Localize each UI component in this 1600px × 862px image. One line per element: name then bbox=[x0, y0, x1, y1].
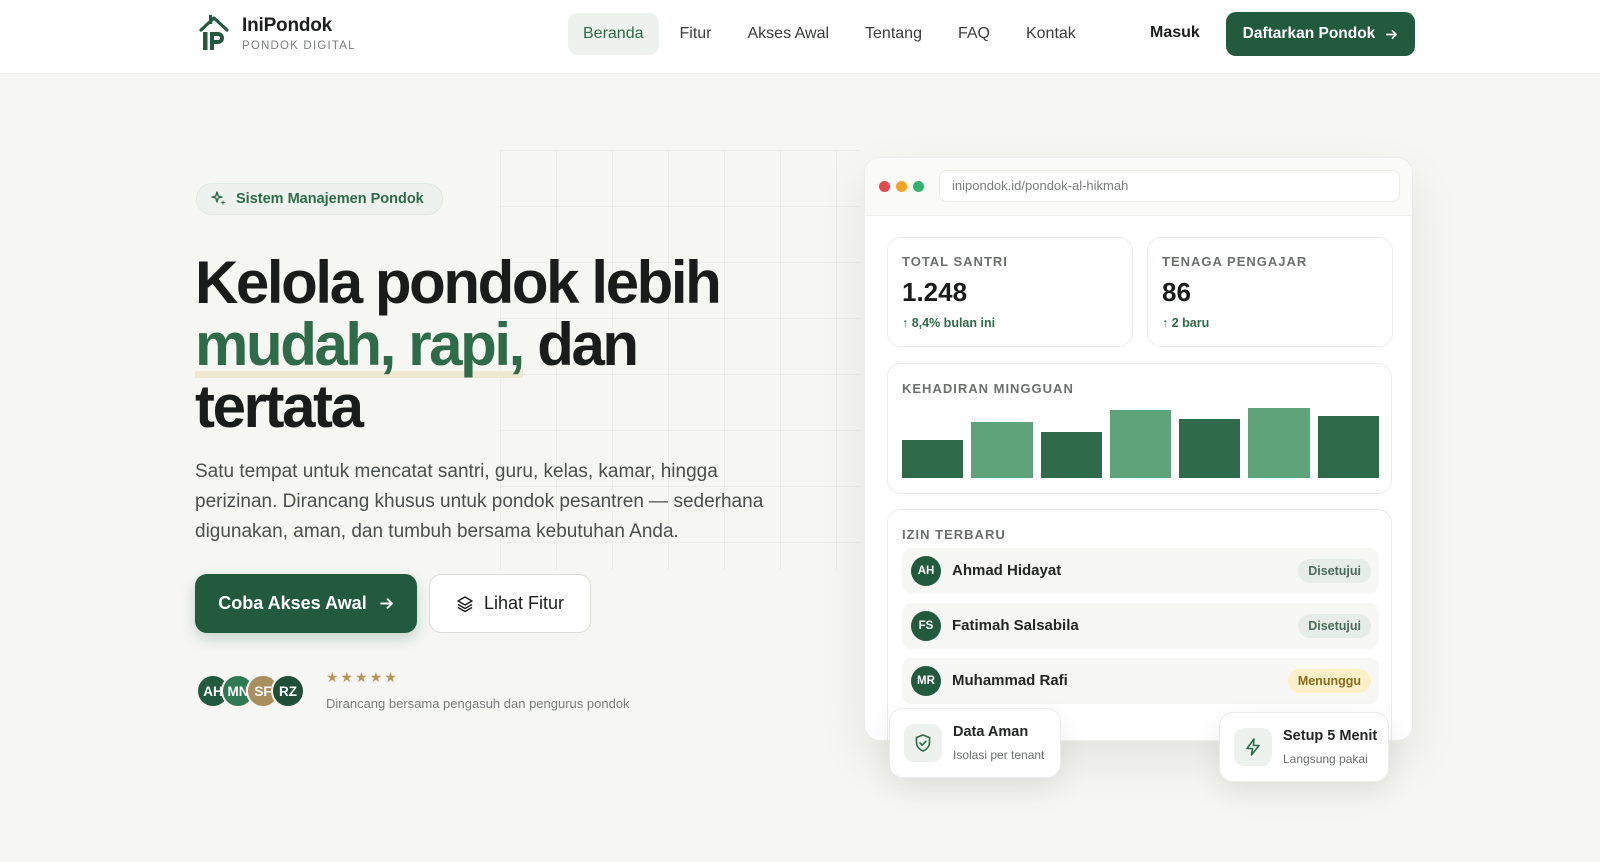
headline-line-3: tertata bbox=[195, 373, 364, 440]
attendance-bar bbox=[1040, 431, 1102, 478]
stat-delta: ↑ 8,4% bulan ini bbox=[902, 316, 996, 330]
url-bar: inipondok.id/pondok-al-hikmah bbox=[939, 170, 1400, 202]
attendance-bar bbox=[1109, 410, 1172, 478]
data-secure-card: Data Aman Isolasi per tenant bbox=[889, 708, 1061, 778]
headline-line-1: Kelola pondok lebih bbox=[195, 249, 722, 316]
nav-link-faq[interactable]: FAQ bbox=[943, 13, 1005, 55]
status-badge: Menunggu bbox=[1287, 669, 1371, 693]
recent-permits: IZIN TERBARU AH Ahmad Hidayat Disetujui … bbox=[887, 509, 1392, 740]
headline-line-2: dan bbox=[522, 311, 639, 378]
attendance-bar bbox=[1317, 416, 1379, 478]
browser-bar: inipondok.id/pondok-al-hikmah bbox=[865, 158, 1412, 216]
pondok-logo-icon bbox=[199, 15, 229, 50]
brand-logo[interactable]: IniPondok PONDOK DIGITAL bbox=[198, 14, 356, 52]
hero-subcopy: Satu tempat untuk mencatat santri, guru,… bbox=[195, 461, 764, 542]
attendance-bar bbox=[1179, 419, 1241, 478]
stat-tenaga-pengajar: TENAGA PENGAJAR 86 ↑ 2 baru bbox=[1147, 237, 1393, 347]
see-features-label: Lihat Fitur bbox=[483, 593, 565, 613]
window-close-dot bbox=[879, 181, 890, 192]
arrow-right-icon bbox=[379, 598, 393, 609]
attendance-bar bbox=[1248, 408, 1310, 478]
nav-links: Beranda Fitur Akses Awal Tentang FAQ Kon… bbox=[568, 13, 1091, 55]
arrow-right-icon bbox=[1386, 29, 1398, 39]
login-link[interactable]: Masuk bbox=[1150, 24, 1200, 42]
stat-label: TENAGA PENGAJAR bbox=[1162, 254, 1308, 269]
attendance-bars bbox=[902, 408, 1379, 478]
attendance-bar bbox=[902, 439, 964, 478]
avatar: RZ bbox=[271, 674, 305, 708]
sparkle-icon bbox=[211, 191, 226, 206]
avatar: MR bbox=[911, 666, 941, 696]
user-avatars: AH MN SF RZ bbox=[196, 674, 305, 708]
stat-total-santri: TOTAL SANTRI 1.248 ↑ 8,4% bulan ini bbox=[887, 237, 1133, 347]
permit-name: Muhammad Rafi bbox=[952, 672, 1068, 689]
setup-card: Setup 5 Menit Langsung pakai bbox=[1219, 712, 1389, 782]
chart-label: KEHADIRAN MINGGUAN bbox=[902, 381, 1074, 396]
dashboard-preview: inipondok.id/pondok-al-hikmah TOTAL SANT… bbox=[864, 157, 1413, 741]
status-badge: Disetujui bbox=[1298, 614, 1371, 638]
hero-badge-label: Sistem Manajemen Pondok bbox=[236, 191, 424, 207]
register-pondok-button[interactable]: Daftarkan Pondok bbox=[1226, 12, 1415, 56]
permit-row[interactable]: MR Muhammad Rafi Menunggu bbox=[902, 658, 1379, 704]
permit-name: Ahmad Hidayat bbox=[952, 562, 1062, 579]
layers-icon bbox=[457, 595, 473, 612]
stat-value: 86 bbox=[1162, 277, 1191, 307]
nav-link-beranda[interactable]: Beranda bbox=[568, 13, 659, 55]
try-early-access-label: Coba Akses Awal bbox=[218, 593, 367, 613]
try-early-access-button[interactable]: Coba Akses Awal bbox=[195, 574, 417, 633]
nav-link-akses-awal[interactable]: Akses Awal bbox=[733, 13, 845, 55]
window-minimize-dot bbox=[896, 181, 907, 192]
stat-delta: ↑ 2 baru bbox=[1162, 316, 1210, 330]
attendance-chart: KEHADIRAN MINGGUAN bbox=[887, 363, 1392, 494]
avatar: FS bbox=[911, 611, 941, 641]
nav-link-fitur[interactable]: Fitur bbox=[665, 13, 727, 55]
rating-stars: ★★★★★ bbox=[326, 669, 399, 685]
brand-name: IniPondok bbox=[242, 14, 333, 36]
avatar: AH bbox=[911, 556, 941, 586]
top-nav: IniPondok PONDOK DIGITAL Beranda Fitur A… bbox=[0, 0, 1600, 74]
status-badge: Disetujui bbox=[1298, 559, 1371, 583]
headline-accent: mudah, rapi, bbox=[195, 311, 525, 378]
hero-headline: Kelola pondok lebih mudah, rapi, dan ter… bbox=[195, 252, 815, 438]
nav-link-kontak[interactable]: Kontak bbox=[1011, 13, 1091, 55]
permit-name: Fatimah Salsabila bbox=[952, 617, 1079, 634]
float-title: Data Aman bbox=[953, 724, 1029, 740]
float-sub: Langsung pakai bbox=[1283, 752, 1368, 766]
see-features-button[interactable]: Lihat Fitur bbox=[429, 574, 591, 633]
permit-row[interactable]: AH Ahmad Hidayat Disetujui bbox=[902, 548, 1379, 594]
lightning-icon bbox=[1234, 728, 1272, 766]
brand-tagline: PONDOK DIGITAL bbox=[242, 39, 356, 52]
stat-value: 1.248 bbox=[902, 277, 968, 307]
attendance-bar bbox=[971, 422, 1033, 478]
nav-link-tentang[interactable]: Tentang bbox=[850, 13, 937, 55]
float-title: Setup 5 Menit bbox=[1283, 728, 1378, 744]
permit-row[interactable]: FS Fatimah Salsabila Disetujui bbox=[902, 603, 1379, 649]
permits-label: IZIN TERBARU bbox=[902, 527, 1006, 542]
register-pondok-label: Daftarkan Pondok bbox=[1242, 25, 1376, 42]
shield-check-icon bbox=[904, 724, 942, 762]
hero-badge: Sistem Manajemen Pondok bbox=[196, 183, 443, 215]
window-maximize-dot bbox=[913, 181, 924, 192]
float-sub: Isolasi per tenant bbox=[953, 748, 1045, 762]
stat-label: TOTAL SANTRI bbox=[902, 254, 1008, 269]
trust-text: Dirancang bersama pengasuh dan pengurus … bbox=[326, 696, 630, 711]
